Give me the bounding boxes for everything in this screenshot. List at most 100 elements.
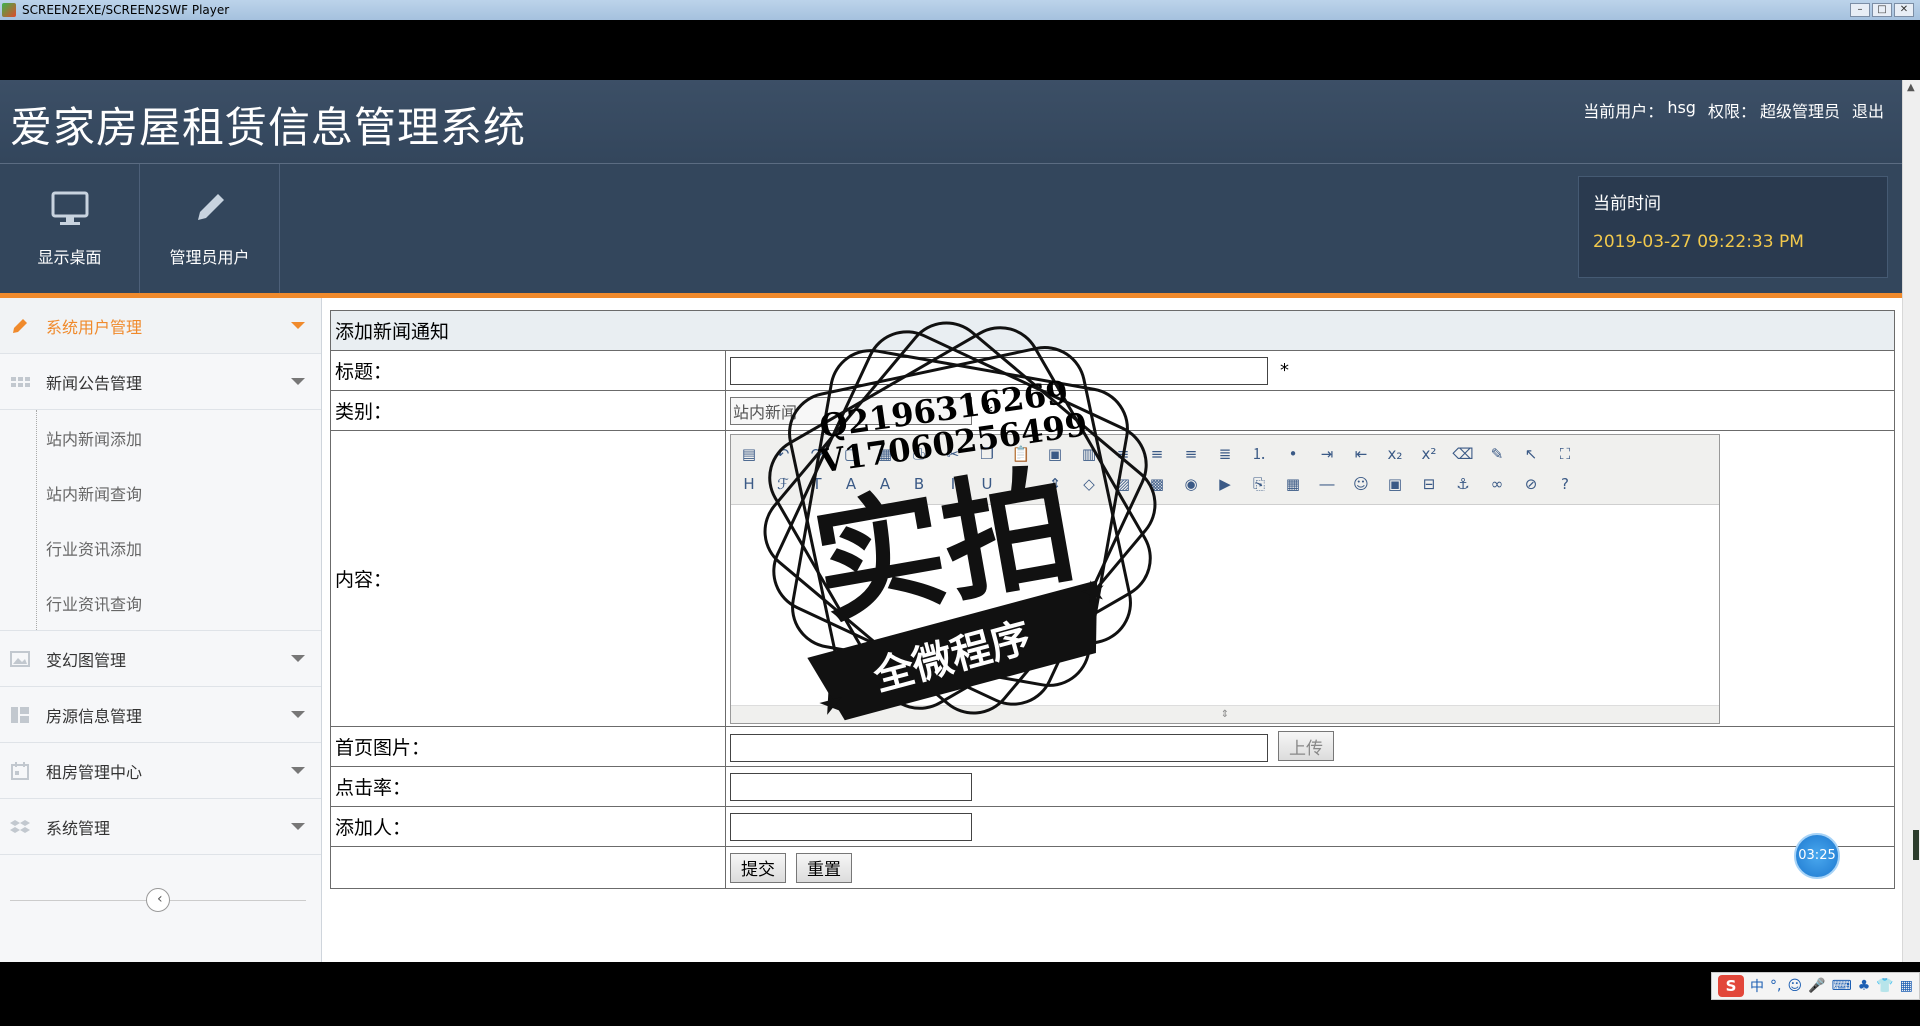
sogou-logo[interactable]: S [1718,975,1745,997]
sidebar-group-system[interactable]: 系统管理 [0,799,321,855]
sidebar-group-rental-center[interactable]: 租房管理中心 [0,743,321,799]
admin-user-button[interactable]: 管理员用户 [140,164,280,294]
strikethrough-icon[interactable]: S [1009,473,1033,495]
source-icon[interactable]: ▤ [737,443,761,465]
close-button[interactable]: ✕ [1894,3,1914,17]
ime-skin-icon[interactable]: 👕 [1876,978,1893,994]
ordered-list-icon[interactable]: ⒈ [1247,443,1271,465]
sidebar-group-system-users[interactable]: 系统用户管理 [0,298,321,354]
current-user-label: 当前用户： [1583,102,1664,121]
print-icon[interactable]: ⎙ [907,443,931,465]
pencil-icon [13,318,27,333]
multi-image-icon[interactable]: ▩ [1145,473,1169,495]
align-justify-icon[interactable]: ≣ [1213,443,1237,465]
unordered-list-icon[interactable]: • [1281,443,1305,465]
superscript-icon[interactable]: x² [1417,443,1441,465]
font-size-icon[interactable]: T [805,473,829,495]
reset-button[interactable]: 重置 [796,852,853,883]
editor-content-area[interactable] [731,505,1719,705]
bold-icon[interactable]: B [907,473,931,495]
preview-icon[interactable]: ▢ [839,443,863,465]
outdent-icon[interactable]: ⇤ [1349,443,1373,465]
sidebar-item-news-add[interactable]: 站内新闻添加 [0,410,321,465]
undo-icon[interactable]: ↶ [771,443,795,465]
sidebar-item-industry-add[interactable]: 行业资讯添加 [0,520,321,575]
help-icon[interactable]: ? [1553,473,1577,495]
template-icon[interactable]: ▦ [873,443,897,465]
monitor-icon [51,191,88,225]
redo-icon[interactable]: ↷ [805,443,829,465]
emoticon-icon[interactable]: ☺ [1349,473,1373,495]
align-right-icon[interactable]: ≡ [1179,443,1203,465]
clear-format-icon[interactable]: ⌫ [1451,443,1475,465]
line-height-icon[interactable]: ⇕ [1043,473,1067,495]
sidebar-group-slideshow[interactable]: 变幻图管理 [0,631,321,687]
anchor-icon[interactable]: ⚓ [1451,473,1475,495]
current-time-label: 当前时间 [1593,194,1661,214]
clicks-input[interactable] [730,772,972,801]
table-icon[interactable]: ▦ [1281,473,1305,495]
italic-icon[interactable]: I [941,473,965,495]
ime-punct-icon[interactable]: °, [1770,978,1781,994]
minimize-button[interactable]: – [1850,3,1870,17]
fullscreen-icon[interactable]: ⛶ [1553,443,1577,465]
dropbox-icon [10,819,30,833]
heading-icon[interactable]: H [737,473,761,495]
ime-tools-icon[interactable]: ♣ [1858,978,1871,994]
app-window: 爱家房屋租赁信息管理系统 当前用户： hsg 权限： 超级管理员 退出 显示桌面 [0,80,1902,962]
submit-button[interactable]: 提交 [730,852,786,883]
form-heading: 添加新闻通知 [330,310,1895,351]
pagebreak-icon[interactable]: ⊟ [1417,473,1441,495]
show-desktop-button[interactable]: 显示桌面 [0,164,140,294]
font-family-icon[interactable]: ℱ [771,473,795,495]
logout-link[interactable]: 退出 [1852,98,1884,122]
indent-icon[interactable]: ⇥ [1315,443,1339,465]
image-path-input[interactable] [730,734,1268,762]
ime-lang-icon[interactable]: 中 [1750,976,1764,996]
remove-format-icon[interactable]: ◇ [1077,473,1101,495]
subscript-icon[interactable]: x₂ [1383,443,1407,465]
paste-icon[interactable]: 📋 [1009,443,1033,465]
category-select[interactable]: 站内新闻 [730,396,972,425]
select-all-icon[interactable]: ✎ [1485,443,1509,465]
scroll-thumb[interactable] [1913,830,1919,860]
font-color-icon[interactable]: A [839,473,863,495]
editor-resize-handle[interactable]: ⇕ [731,704,1719,723]
align-left-icon[interactable]: ≡ [1111,443,1135,465]
vertical-scrollbar[interactable]: ▲ [1902,80,1920,962]
sidebar-item-industry-query[interactable]: 行业资讯查询 [0,575,321,630]
sidebar-group-listings[interactable]: 房源信息管理 [0,687,321,743]
link-icon[interactable]: ∞ [1485,473,1509,495]
current-time-box: 当前时间 2019-03-27 09:22:33 PM [1578,176,1888,278]
paste-text-icon[interactable]: ▣ [1043,443,1067,465]
highlight-icon[interactable]: A [873,473,897,495]
sidebar-item-news-query[interactable]: 站内新闻查询 [0,465,321,520]
hr-icon[interactable]: ― [1315,473,1339,495]
image-icon[interactable]: ▨ [1111,473,1135,495]
underline-icon[interactable]: U [975,473,999,495]
align-center-icon[interactable]: ≡ [1145,443,1169,465]
media-icon[interactable]: ▶ [1213,473,1237,495]
sidebar-group-news[interactable]: 新闻公告管理 [0,354,321,410]
pointer-icon[interactable]: ↖ [1519,443,1543,465]
attachment-icon[interactable]: ⎘ [1247,473,1271,495]
title-input[interactable] [730,356,1268,385]
ime-menu-icon[interactable]: ▦ [1900,978,1913,994]
ime-keyboard-icon[interactable]: ⌨ [1832,978,1852,994]
paste-word-icon[interactable]: ▥ [1077,443,1101,465]
image-label: 首页图片： [330,726,726,767]
unlink-icon[interactable]: ⊘ [1519,473,1543,495]
copy-icon[interactable]: ❐ [975,443,999,465]
ime-emoji-icon[interactable]: ☺ [1788,978,1803,994]
maximize-button[interactable]: □ [1872,3,1892,17]
upload-button[interactable]: 上传 [1278,731,1335,761]
map-icon[interactable]: ▣ [1383,473,1407,495]
sidebar-collapse-button[interactable]: ‹ [146,888,170,912]
current-time-value: 2019-03-27 09:22:33 PM [1593,232,1804,252]
adder-input[interactable] [730,812,972,841]
ime-voice-icon[interactable]: 🎤 [1808,978,1825,994]
show-desktop-label: 显示桌面 [37,248,102,267]
cut-icon[interactable]: ✂ [941,443,965,465]
flash-icon[interactable]: ◉ [1179,473,1203,495]
scroll-up-icon[interactable]: ▲ [1907,82,1915,93]
